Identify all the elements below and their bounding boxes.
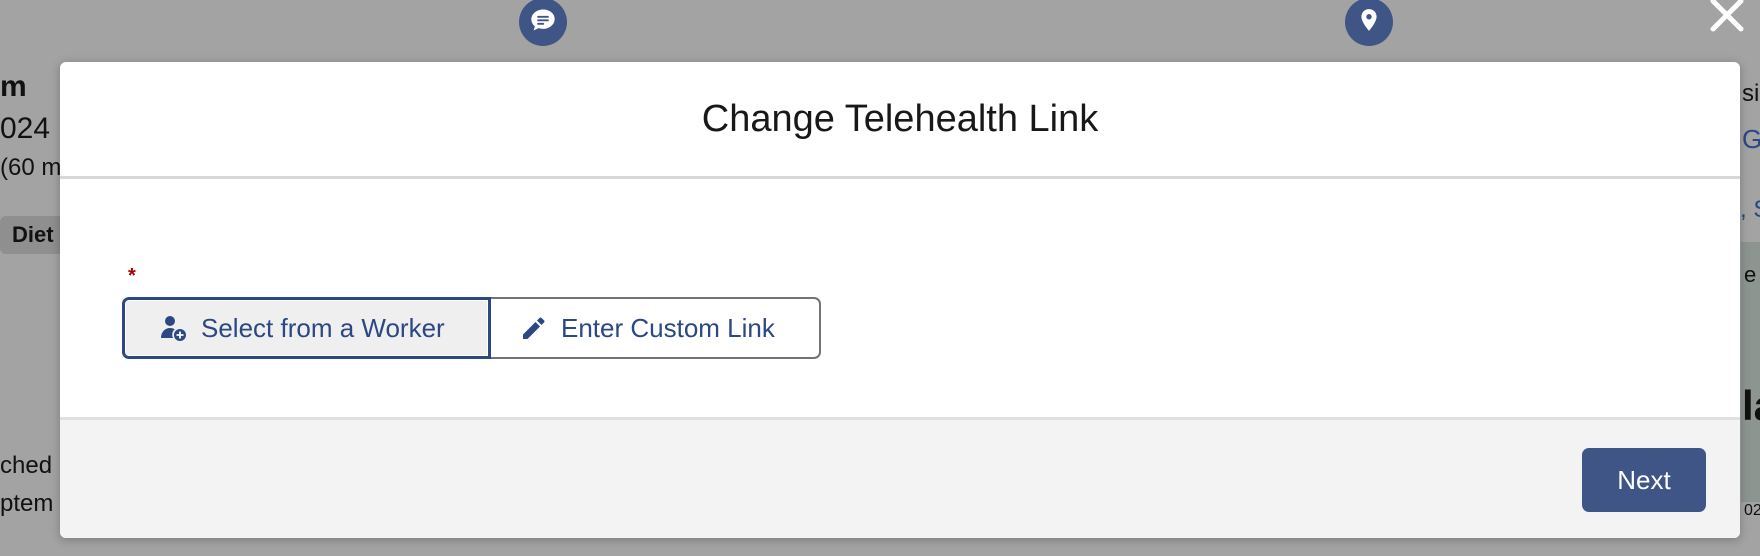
bg-september-fragment: ptem [0, 490, 54, 517]
bg-heading-fragment: m [0, 70, 27, 103]
location-button [1345, 0, 1393, 46]
close-modal-button[interactable] [1704, 0, 1750, 34]
link-source-toggle: Select from a Worker Enter Custom Link [122, 297, 821, 359]
bg-map-label-3: 02 [1744, 502, 1760, 519]
select-worker-button[interactable]: Select from a Worker [122, 297, 491, 359]
user-add-icon [159, 314, 187, 342]
bg-right-link-2: , S [1740, 196, 1760, 223]
required-marker: * [128, 265, 136, 287]
close-icon [1709, 0, 1745, 38]
enter-custom-link-button[interactable]: Enter Custom Link [491, 297, 821, 359]
modal-body: * Select from a Worker Enter Custom Link [60, 179, 1740, 419]
pencil-icon [519, 314, 547, 342]
bg-tag-label: Diet [12, 222, 54, 247]
modal-footer: Next [60, 417, 1740, 538]
chat-button [519, 0, 567, 46]
modal-header: Change Telehealth Link [60, 62, 1740, 179]
enter-custom-link-label: Enter Custom Link [561, 312, 775, 343]
telehealth-link-modal: Change Telehealth Link * Select from a W… [60, 62, 1740, 538]
chat-bubble-icon [529, 6, 557, 39]
bg-date-fragment: 024 [0, 112, 51, 145]
next-button[interactable]: Next [1582, 448, 1706, 512]
map-pin-icon [1356, 6, 1382, 39]
bg-map-label-2: la [1742, 382, 1760, 429]
bg-map-label-1: e [1744, 262, 1757, 287]
bg-scheduled-fragment: ched [0, 452, 53, 479]
select-worker-label: Select from a Worker [201, 312, 445, 343]
bg-duration-fragment: (60 m [0, 154, 62, 181]
modal-title: Change Telehealth Link [701, 97, 1099, 140]
bg-right-fragment-1: si [1742, 80, 1760, 107]
bg-tag-pill: Diet [0, 216, 66, 254]
bg-right-link-1: G [1742, 124, 1760, 154]
